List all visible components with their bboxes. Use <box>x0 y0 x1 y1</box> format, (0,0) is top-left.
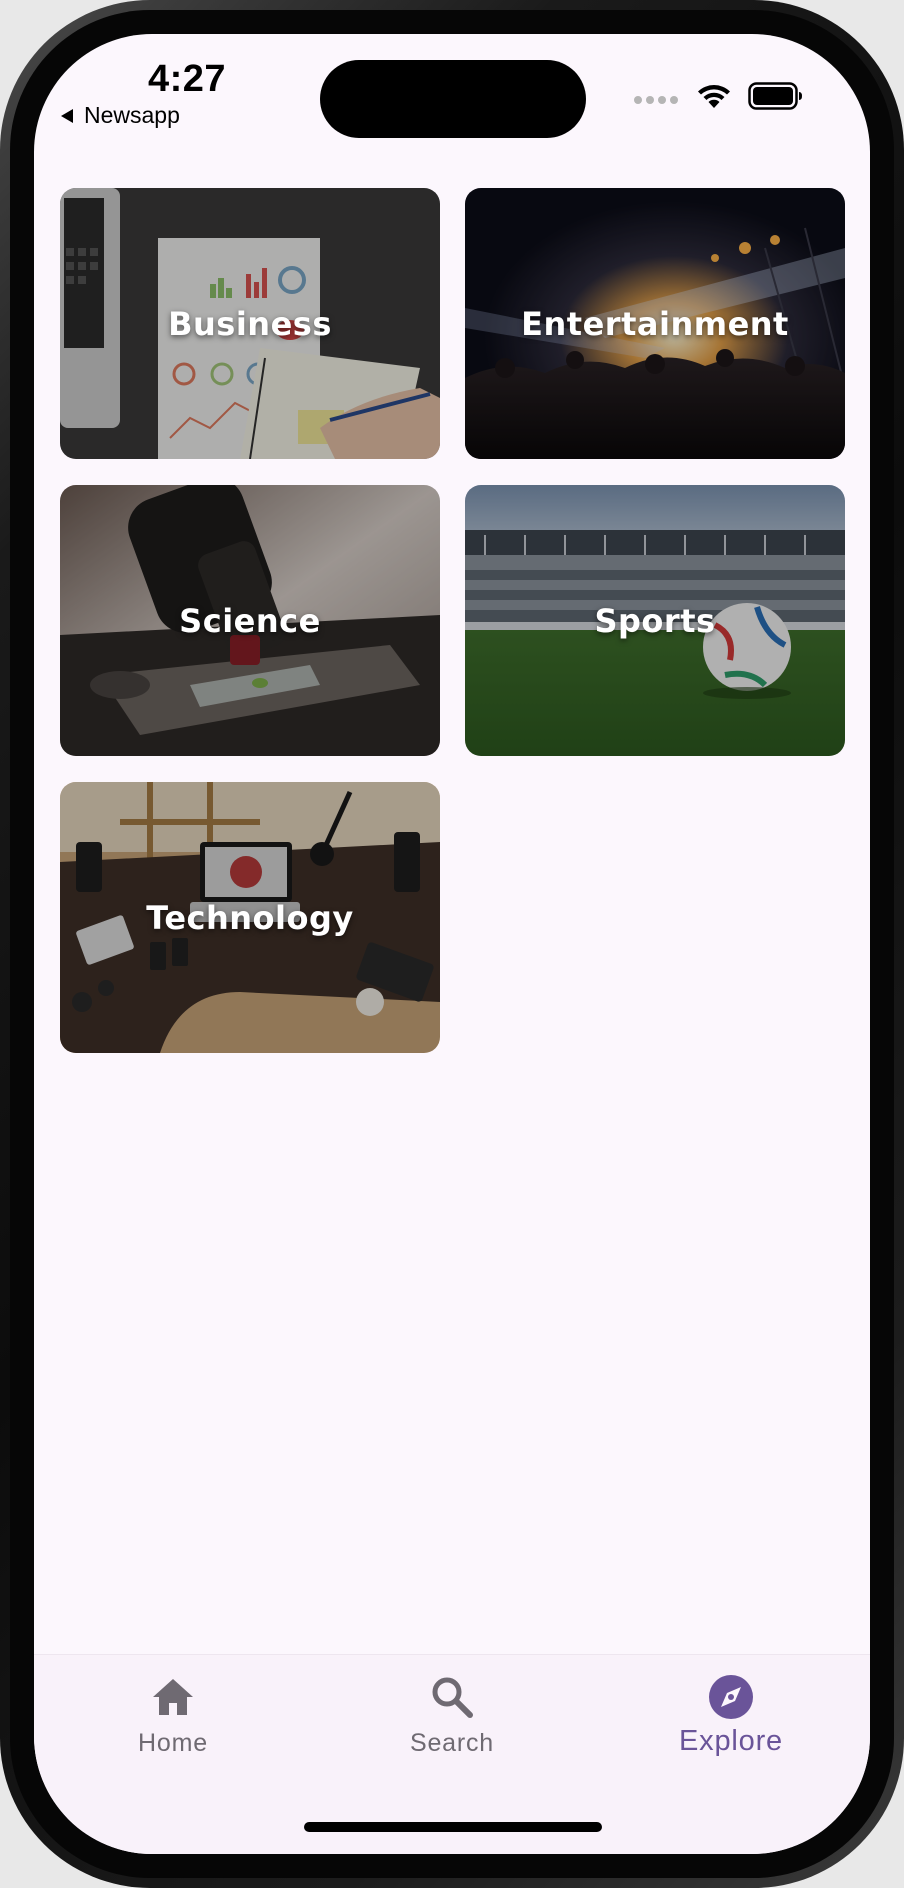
category-label: Technology <box>146 898 354 937</box>
screen: 4:27 Newsapp Business Entertainment Scie… <box>34 34 870 1854</box>
category-card-technology[interactable]: Technology <box>60 782 440 1053</box>
back-triangle-icon <box>61 108 73 123</box>
dynamic-island <box>320 60 586 138</box>
compass-icon <box>708 1673 754 1721</box>
home-indicator[interactable] <box>304 1822 602 1832</box>
home-icon <box>151 1673 195 1721</box>
back-to-app-link[interactable]: Newsapp <box>60 102 180 129</box>
phone-frame: 4:27 Newsapp Business Entertainment Scie… <box>0 0 904 1888</box>
nav-item-home[interactable]: Home <box>34 1655 312 1785</box>
cellular-signal-icon <box>634 96 678 104</box>
battery-icon <box>748 82 802 110</box>
nav-label-explore: Explore <box>679 1725 783 1757</box>
category-label: Business <box>168 304 332 343</box>
category-card-sports[interactable]: Sports <box>465 485 845 756</box>
wifi-icon <box>698 85 730 108</box>
category-label: Entertainment <box>521 304 789 343</box>
category-label: Sports <box>594 601 716 640</box>
nav-label-search: Search <box>409 1729 494 1757</box>
back-app-label: Newsapp <box>84 102 180 128</box>
category-label: Science <box>179 601 321 640</box>
status-icons <box>634 82 804 110</box>
nav-item-explore[interactable]: Explore <box>592 1655 870 1785</box>
category-card-entertainment[interactable]: Entertainment <box>465 188 845 459</box>
nav-item-search[interactable]: Search <box>313 1655 591 1785</box>
status-time: 4:27 <box>148 58 227 100</box>
category-card-business[interactable]: Business <box>60 188 440 459</box>
search-icon <box>430 1673 474 1721</box>
nav-label-home: Home <box>138 1729 208 1757</box>
category-card-science[interactable]: Science <box>60 485 440 756</box>
